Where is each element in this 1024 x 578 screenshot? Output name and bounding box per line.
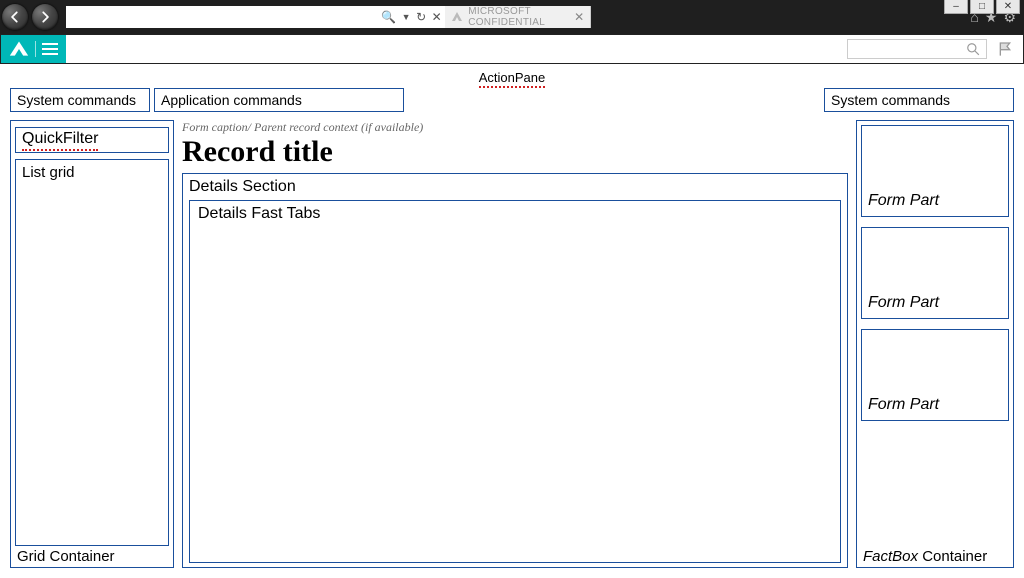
arrow-right-icon xyxy=(38,10,52,24)
details-fasttabs[interactable]: Details Fast Tabs xyxy=(189,200,841,563)
window-controls: – □ ✕ xyxy=(944,0,1020,14)
form-part-3[interactable]: Form Part xyxy=(861,329,1009,421)
window-minimize-button[interactable]: – xyxy=(944,0,968,14)
address-bar-controls: 🔍 ▼ ↻ ✕ xyxy=(381,10,441,24)
factbox-container-label: FactBox Container xyxy=(861,546,1009,565)
tab-close-icon[interactable]: ✕ xyxy=(574,10,584,24)
hamburger-icon[interactable] xyxy=(42,43,58,55)
flag-icon[interactable] xyxy=(997,41,1013,57)
divider xyxy=(35,41,36,57)
refresh-icon[interactable]: ↻ xyxy=(416,10,426,24)
form-part-label: Form Part xyxy=(868,294,939,312)
browser-chrome: – □ ✕ 🔍 ▼ ↻ ✕ MICROSOFT CONFIDENTIAL ✕ ⌂… xyxy=(0,0,1024,34)
list-grid-label: List grid xyxy=(22,164,75,181)
window-maximize-button[interactable]: □ xyxy=(970,0,994,14)
app-navbar xyxy=(0,34,1024,64)
back-button[interactable] xyxy=(2,4,28,30)
system-commands-right[interactable]: System commands xyxy=(824,88,1014,112)
list-grid[interactable]: List grid xyxy=(15,159,169,546)
tab-title: MICROSOFT CONFIDENTIAL xyxy=(468,6,569,28)
factbox-container: Form Part Form Part Form Part FactBox Co… xyxy=(856,120,1014,568)
form-part-label: Form Part xyxy=(868,396,939,414)
record-title: Record title xyxy=(182,137,848,167)
details-section: Details Section Details Fast Tabs xyxy=(182,173,848,568)
forward-button[interactable] xyxy=(32,4,58,30)
quickfilter-box[interactable]: QuickFilter xyxy=(15,127,169,153)
page-body: ActionPane System commands Application c… xyxy=(0,64,1024,578)
window-close-button[interactable]: ✕ xyxy=(996,0,1020,14)
details-section-label: Details Section xyxy=(189,178,841,196)
search-icon[interactable]: 🔍 xyxy=(381,10,395,24)
grid-container-label: Grid Container xyxy=(15,546,169,565)
search-icon xyxy=(966,42,980,56)
browser-tab[interactable]: MICROSOFT CONFIDENTIAL ✕ xyxy=(445,6,591,28)
system-commands-left[interactable]: System commands xyxy=(10,88,150,112)
stop-icon[interactable]: ✕ xyxy=(432,10,442,24)
dropdown-icon[interactable]: ▼ xyxy=(402,12,410,22)
center-column: Form caption/ Parent record context (if … xyxy=(182,120,848,568)
dynamics-tab-icon xyxy=(451,11,463,23)
application-commands[interactable]: Application commands xyxy=(154,88,404,112)
actionpane-label: ActionPane xyxy=(10,70,1014,88)
arrow-left-icon xyxy=(8,10,22,24)
address-bar[interactable]: 🔍 ▼ ↻ ✕ xyxy=(66,6,445,28)
d365-launcher[interactable] xyxy=(1,35,66,63)
dynamics-logo-icon xyxy=(9,40,29,58)
quickfilter-label: QuickFilter xyxy=(22,130,98,151)
details-fasttabs-label: Details Fast Tabs xyxy=(198,205,320,222)
form-part-2[interactable]: Form Part xyxy=(861,227,1009,319)
grid-container: QuickFilter List grid Grid Container xyxy=(10,120,174,568)
form-caption: Form caption/ Parent record context (if … xyxy=(182,120,848,135)
nav-search-input[interactable] xyxy=(847,39,987,59)
action-pane: System commands Application commands Sys… xyxy=(10,88,1014,112)
form-part-1[interactable]: Form Part xyxy=(861,125,1009,217)
form-part-label: Form Part xyxy=(868,192,939,210)
